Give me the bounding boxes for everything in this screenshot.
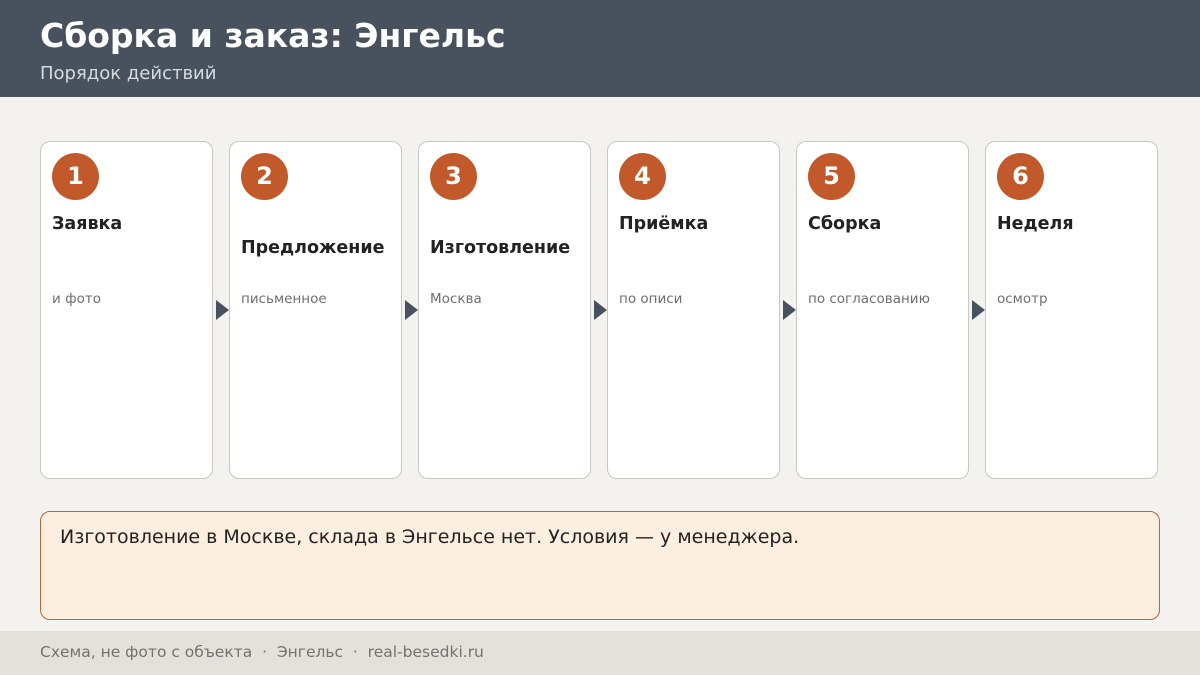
step-card-3: 3 Изготовление Москва bbox=[418, 141, 591, 479]
arrow-right-icon bbox=[216, 300, 229, 320]
step-number-badge: 4 bbox=[619, 153, 666, 200]
step-description: и фото bbox=[52, 291, 101, 307]
step-title: Предложение bbox=[241, 238, 385, 258]
step-card-4: 4 Приёмка по описи bbox=[607, 141, 780, 479]
step-card-1: 1 Заявка и фото bbox=[40, 141, 213, 479]
step-number-badge: 2 bbox=[241, 153, 288, 200]
step-title: Сборка bbox=[808, 214, 882, 234]
note-box: Изготовление в Москве, склада в Энгельсе… bbox=[40, 511, 1160, 620]
arrow-right-icon bbox=[405, 300, 418, 320]
note-text: Изготовление в Москве, склада в Энгельсе… bbox=[60, 526, 800, 548]
step-description: по согласованию bbox=[808, 291, 930, 307]
page-subtitle: Порядок действий bbox=[40, 63, 217, 84]
step-title: Приёмка bbox=[619, 214, 709, 234]
step-number-badge: 5 bbox=[808, 153, 855, 200]
step-description: письменное bbox=[241, 291, 327, 307]
step-number-badge: 1 bbox=[52, 153, 99, 200]
arrow-right-icon bbox=[783, 300, 796, 320]
step-description: по описи bbox=[619, 291, 683, 307]
step-card-5: 5 Сборка по согласованию bbox=[796, 141, 969, 479]
arrow-right-icon bbox=[972, 300, 985, 320]
step-description: Москва bbox=[430, 291, 482, 307]
footer-bar: Схема, не фото с объекта · Энгельс · rea… bbox=[0, 631, 1200, 675]
footer-text: Схема, не фото с объекта · Энгельс · rea… bbox=[40, 643, 484, 661]
step-title: Изготовление bbox=[430, 238, 571, 258]
step-number-badge: 3 bbox=[430, 153, 477, 200]
arrow-right-icon bbox=[594, 300, 607, 320]
step-card-6: 6 Неделя осмотр bbox=[985, 141, 1158, 479]
step-number-badge: 6 bbox=[997, 153, 1044, 200]
step-card-2: 2 Предложение письменное bbox=[229, 141, 402, 479]
step-title: Неделя bbox=[997, 214, 1074, 234]
step-title: Заявка bbox=[52, 214, 123, 234]
step-description: осмотр bbox=[997, 291, 1048, 307]
header-bar: Сборка и заказ: Энгельс Порядок действий bbox=[0, 0, 1200, 97]
page-title: Сборка и заказ: Энгельс bbox=[40, 16, 506, 55]
